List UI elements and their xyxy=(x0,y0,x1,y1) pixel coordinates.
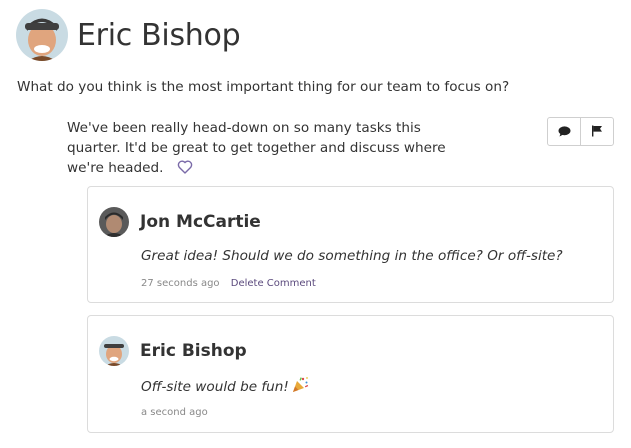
answer-actions xyxy=(547,117,614,146)
comment-text-row: Off-site would be fun! xyxy=(141,376,309,395)
avatar[interactable] xyxy=(99,207,129,237)
comment-icon xyxy=(558,122,571,141)
avatar[interactable] xyxy=(99,336,129,366)
delete-comment-link[interactable]: Delete Comment xyxy=(231,278,316,289)
comment-card: Eric Bishop Off-site would be fun! a sec… xyxy=(87,315,614,433)
comment-card: Jon McCartie Great idea! Should we do so… xyxy=(87,186,614,303)
question-text: What do you think is the most important … xyxy=(17,79,510,95)
answer-text: We've been really head-down on so many t… xyxy=(67,120,446,176)
comment-meta: a second ago xyxy=(141,407,208,418)
flag-button[interactable] xyxy=(580,118,613,145)
avatar[interactable] xyxy=(16,9,68,61)
party-popper-icon xyxy=(291,376,309,394)
page-title: Eric Bishop xyxy=(77,17,241,53)
comment-meta: 27 seconds ago Delete Comment xyxy=(141,278,316,289)
comment-text: Off-site would be fun! xyxy=(141,379,289,395)
comment-timestamp: a second ago xyxy=(141,407,208,418)
comment-timestamp: 27 seconds ago xyxy=(141,278,220,289)
comment-header: Jon McCartie xyxy=(99,207,261,237)
comment-button[interactable] xyxy=(548,118,580,145)
comment-author[interactable]: Jon McCartie xyxy=(140,212,261,232)
flag-icon xyxy=(591,122,603,141)
comment-author[interactable]: Eric Bishop xyxy=(140,341,247,361)
post-header: Eric Bishop xyxy=(16,9,241,61)
comment-text: Great idea! Should we do something in th… xyxy=(141,248,563,264)
comment-header: Eric Bishop xyxy=(99,336,247,366)
answer-block: We've been really head-down on so many t… xyxy=(67,118,447,178)
heart-icon[interactable] xyxy=(177,160,193,174)
